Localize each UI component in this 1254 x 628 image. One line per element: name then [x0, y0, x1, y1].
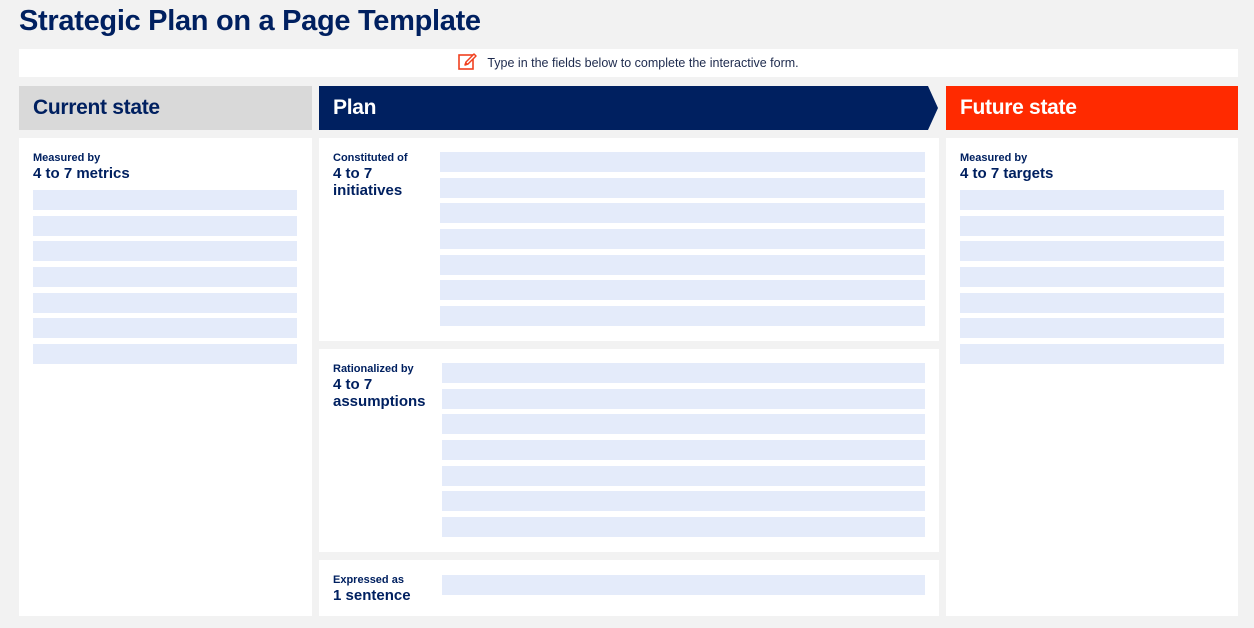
assumption-field-7[interactable] [442, 517, 925, 538]
metric-field-3[interactable] [33, 241, 297, 262]
target-field-2[interactable] [960, 215, 1224, 236]
initiative-field-6[interactable] [440, 280, 925, 301]
target-field-1[interactable] [960, 190, 1224, 210]
edit-icon [458, 52, 487, 74]
instruction-banner: Type in the fields below to complete the… [19, 49, 1238, 77]
current-state-card: Measured by 4 to 7 metrics [19, 138, 312, 616]
assumption-field-3[interactable] [442, 414, 925, 435]
plan-header: Plan [319, 86, 926, 130]
future-state-label-big: 4 to 7 targets [960, 165, 1054, 182]
target-field-7[interactable] [960, 344, 1224, 365]
initiative-field-5[interactable] [440, 254, 925, 275]
target-field-5[interactable] [960, 292, 1224, 313]
target-field-3[interactable] [960, 241, 1224, 262]
metric-field-6[interactable] [33, 318, 297, 339]
metric-field-2[interactable] [33, 215, 297, 236]
future-state-card: Measured by 4 to 7 targets [946, 138, 1238, 616]
initiative-field-3[interactable] [440, 203, 925, 224]
future-state-label-small: Measured by [960, 152, 1028, 164]
initiatives-label: Constituted of 4 to 7 initiatives [333, 138, 440, 341]
current-state-label-small: Measured by [33, 152, 101, 164]
plan-initiatives-card: Constituted of 4 to 7 initiatives [319, 138, 939, 341]
plan-sentence-card: Expressed as 1 sentence [319, 560, 939, 616]
sentence-label: Expressed as 1 sentence [333, 560, 442, 616]
sentence-fields [442, 560, 925, 616]
metric-field-7[interactable] [33, 344, 297, 365]
sentence-label-small: Expressed as [333, 574, 404, 586]
initiatives-label-big-1: 4 to 7 [333, 165, 373, 182]
plan-assumptions-card: Rationalized by 4 to 7 assumptions [319, 349, 939, 552]
assumption-field-5[interactable] [442, 465, 925, 486]
assumptions-label-big-2: assumptions [333, 393, 426, 410]
metric-field-4[interactable] [33, 267, 297, 288]
metric-field-5[interactable] [33, 292, 297, 313]
target-field-6[interactable] [960, 318, 1224, 339]
future-state-fields [960, 190, 1224, 365]
assumption-field-6[interactable] [442, 491, 925, 512]
metric-field-1[interactable] [33, 190, 297, 210]
future-state-header: Future state [946, 86, 1238, 130]
plan-arrow-icon [926, 86, 938, 130]
current-state-label-big: 4 to 7 metrics [33, 165, 130, 182]
assumption-field-2[interactable] [442, 388, 925, 409]
assumptions-label: Rationalized by 4 to 7 assumptions [333, 349, 442, 552]
initiative-field-7[interactable] [440, 306, 925, 327]
page-title: Strategic Plan on a Page Template [19, 5, 481, 37]
initiative-field-2[interactable] [440, 177, 925, 198]
assumptions-fields [442, 349, 925, 552]
sentence-label-big: 1 sentence [333, 587, 411, 604]
current-state-header: Current state [19, 86, 312, 130]
assumptions-label-small: Rationalized by [333, 363, 414, 375]
initiatives-fields [440, 138, 925, 341]
assumption-field-1[interactable] [442, 363, 925, 383]
sentence-field[interactable] [442, 575, 925, 595]
initiatives-label-small: Constituted of [333, 152, 408, 164]
initiatives-label-big-2: initiatives [333, 182, 403, 199]
assumption-field-4[interactable] [442, 440, 925, 461]
current-state-fields [33, 190, 298, 365]
initiative-field-1[interactable] [440, 152, 925, 172]
target-field-4[interactable] [960, 267, 1224, 288]
initiative-field-4[interactable] [440, 229, 925, 250]
instruction-text: Type in the fields below to complete the… [487, 56, 799, 70]
assumptions-label-big-1: 4 to 7 [333, 376, 373, 393]
